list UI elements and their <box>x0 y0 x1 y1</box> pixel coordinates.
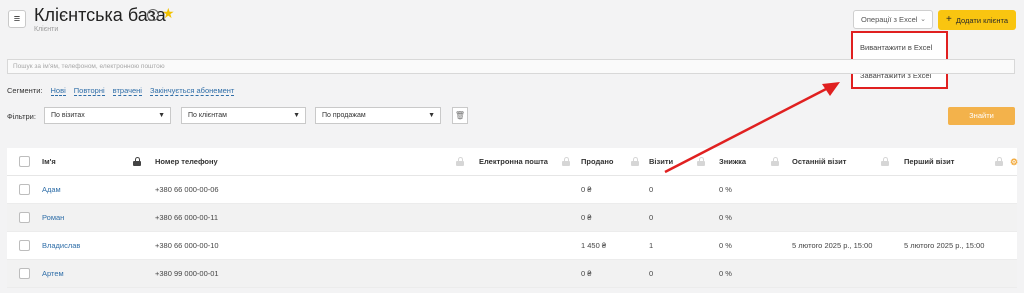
select-all-checkbox[interactable] <box>19 156 30 167</box>
info-icon[interactable]: i <box>147 9 159 21</box>
lock-icon <box>697 157 705 166</box>
client-sold: 0 ₴ <box>581 185 592 194</box>
filter-visits-select[interactable]: По візитах ▼ <box>44 107 171 124</box>
client-sold: 1 450 ₴ <box>581 241 607 250</box>
client-discount: 0 % <box>719 213 732 222</box>
lock-icon <box>631 157 639 166</box>
filter-sales-select[interactable]: По продажам ▼ <box>315 107 441 124</box>
client-name-link[interactable]: Роман <box>42 204 64 232</box>
column-first-visit[interactable]: Перший візит <box>904 148 954 176</box>
column-email[interactable]: Електронна пошта <box>479 148 548 176</box>
column-visits[interactable]: Візити <box>649 148 673 176</box>
find-button[interactable]: Знайти <box>948 107 1015 125</box>
dropdown-arrow-icon: ▼ <box>428 112 435 119</box>
hamburger-menu-icon[interactable]: ≡ <box>8 10 26 28</box>
client-discount: 0 % <box>719 241 732 250</box>
row-checkbox[interactable] <box>19 212 30 223</box>
chevron-down-icon: ⌄ <box>920 16 926 23</box>
client-discount: 0 % <box>719 269 732 278</box>
table-row[interactable]: Артем +380 99 000-00-01 0 ₴ 0 0 % <box>7 260 1017 288</box>
segment-lost[interactable]: втрачені <box>112 86 142 96</box>
client-phone: +380 66 000-00-11 <box>155 213 219 222</box>
add-client-label: Додати клієнта <box>955 15 1008 25</box>
lock-icon <box>995 157 1003 166</box>
filter-visits-value: По візитах <box>51 112 85 119</box>
client-name-link[interactable]: Артем <box>42 260 64 288</box>
column-discount[interactable]: Знижка <box>719 148 746 176</box>
lock-icon <box>456 157 464 166</box>
table-row[interactable]: Адам +380 66 000-00-06 0 ₴ 0 0 % <box>7 176 1017 204</box>
lock-icon <box>562 157 570 166</box>
excel-operations-button[interactable]: Операції з Excel ⌄ <box>853 10 933 29</box>
gear-icon[interactable]: ⚙ <box>1010 157 1018 168</box>
filter-clients-value: По клієнтам <box>188 112 227 119</box>
table-header: Ім'я Номер телефону Електронна пошта Про… <box>7 148 1018 176</box>
client-visits: 1 <box>649 241 654 250</box>
plus-icon: + <box>945 14 952 25</box>
column-phone[interactable]: Номер телефону <box>155 148 218 176</box>
segment-new[interactable]: Нові <box>50 86 66 96</box>
client-sold: 0 ₴ <box>581 269 592 278</box>
client-sold: 0 ₴ <box>581 213 592 222</box>
add-client-button[interactable]: + Додати клієнта <box>938 10 1016 30</box>
page-title: Клієнтська база <box>34 5 166 25</box>
filter-clients-select[interactable]: По клієнтам ▼ <box>181 107 306 124</box>
dropdown-arrow-icon: ▼ <box>293 112 300 119</box>
table-row[interactable]: Владислав +380 66 000-00-10 1 450 ₴ 1 0 … <box>7 232 1017 260</box>
excel-operations-label: Операції з Excel <box>861 15 918 24</box>
segments-bar: Сегменти: Нові Повторні втрачені Закінчу… <box>7 86 235 96</box>
client-phone: +380 66 000-00-06 <box>155 185 219 194</box>
segments-label: Сегменти: <box>7 86 43 95</box>
filter-sales-value: По продажам <box>322 112 366 119</box>
menu-item-export-excel[interactable]: Вивантажити в Excel <box>860 43 932 52</box>
row-checkbox[interactable] <box>19 240 30 251</box>
column-name[interactable]: Ім'я <box>42 148 56 176</box>
dropdown-arrow-icon: ▼ <box>158 112 165 119</box>
client-base-page: ≡ Клієнтська база i ★ Клієнти Операції з… <box>0 0 1024 293</box>
filters-label: Фільтри: <box>7 112 36 121</box>
row-checkbox[interactable] <box>19 184 30 195</box>
client-visits: 0 <box>649 269 654 278</box>
column-last-visit[interactable]: Останній візит <box>792 148 846 176</box>
client-last-visit: 5 лютого 2025 р., 15:00 <box>792 241 873 250</box>
client-discount: 0 % <box>719 185 732 194</box>
lock-icon <box>771 157 779 166</box>
annotation-arrow-head <box>822 82 840 96</box>
client-phone: +380 99 000-00-01 <box>155 269 219 278</box>
client-visits: 0 <box>649 185 654 194</box>
clients-table: Ім'я Номер телефону Електронна пошта Про… <box>7 148 1018 288</box>
segment-subscription-ending[interactable]: Закінчується абонемент <box>149 86 235 96</box>
column-sold[interactable]: Продано <box>581 148 614 176</box>
row-checkbox[interactable] <box>19 268 30 279</box>
client-visits: 0 <box>649 213 654 222</box>
client-name-link[interactable]: Владислав <box>42 232 80 260</box>
client-phone: +380 66 000-00-10 <box>155 241 219 250</box>
clear-filters-trash-icon[interactable]: 🗑 <box>452 107 468 124</box>
lock-icon <box>881 157 889 166</box>
lock-icon <box>133 157 141 166</box>
search-input[interactable]: Пошук за ім'ям, телефоном, електронною п… <box>7 59 1015 74</box>
table-row[interactable]: Роман +380 66 000-00-11 0 ₴ 0 0 % <box>7 204 1017 232</box>
breadcrumb: Клієнти <box>34 26 59 33</box>
client-name-link[interactable]: Адам <box>42 176 61 204</box>
star-icon[interactable]: ★ <box>162 5 175 22</box>
client-first-visit: 5 лютого 2025 р., 15:00 <box>904 241 985 250</box>
segment-repeat[interactable]: Повторні <box>73 86 105 96</box>
